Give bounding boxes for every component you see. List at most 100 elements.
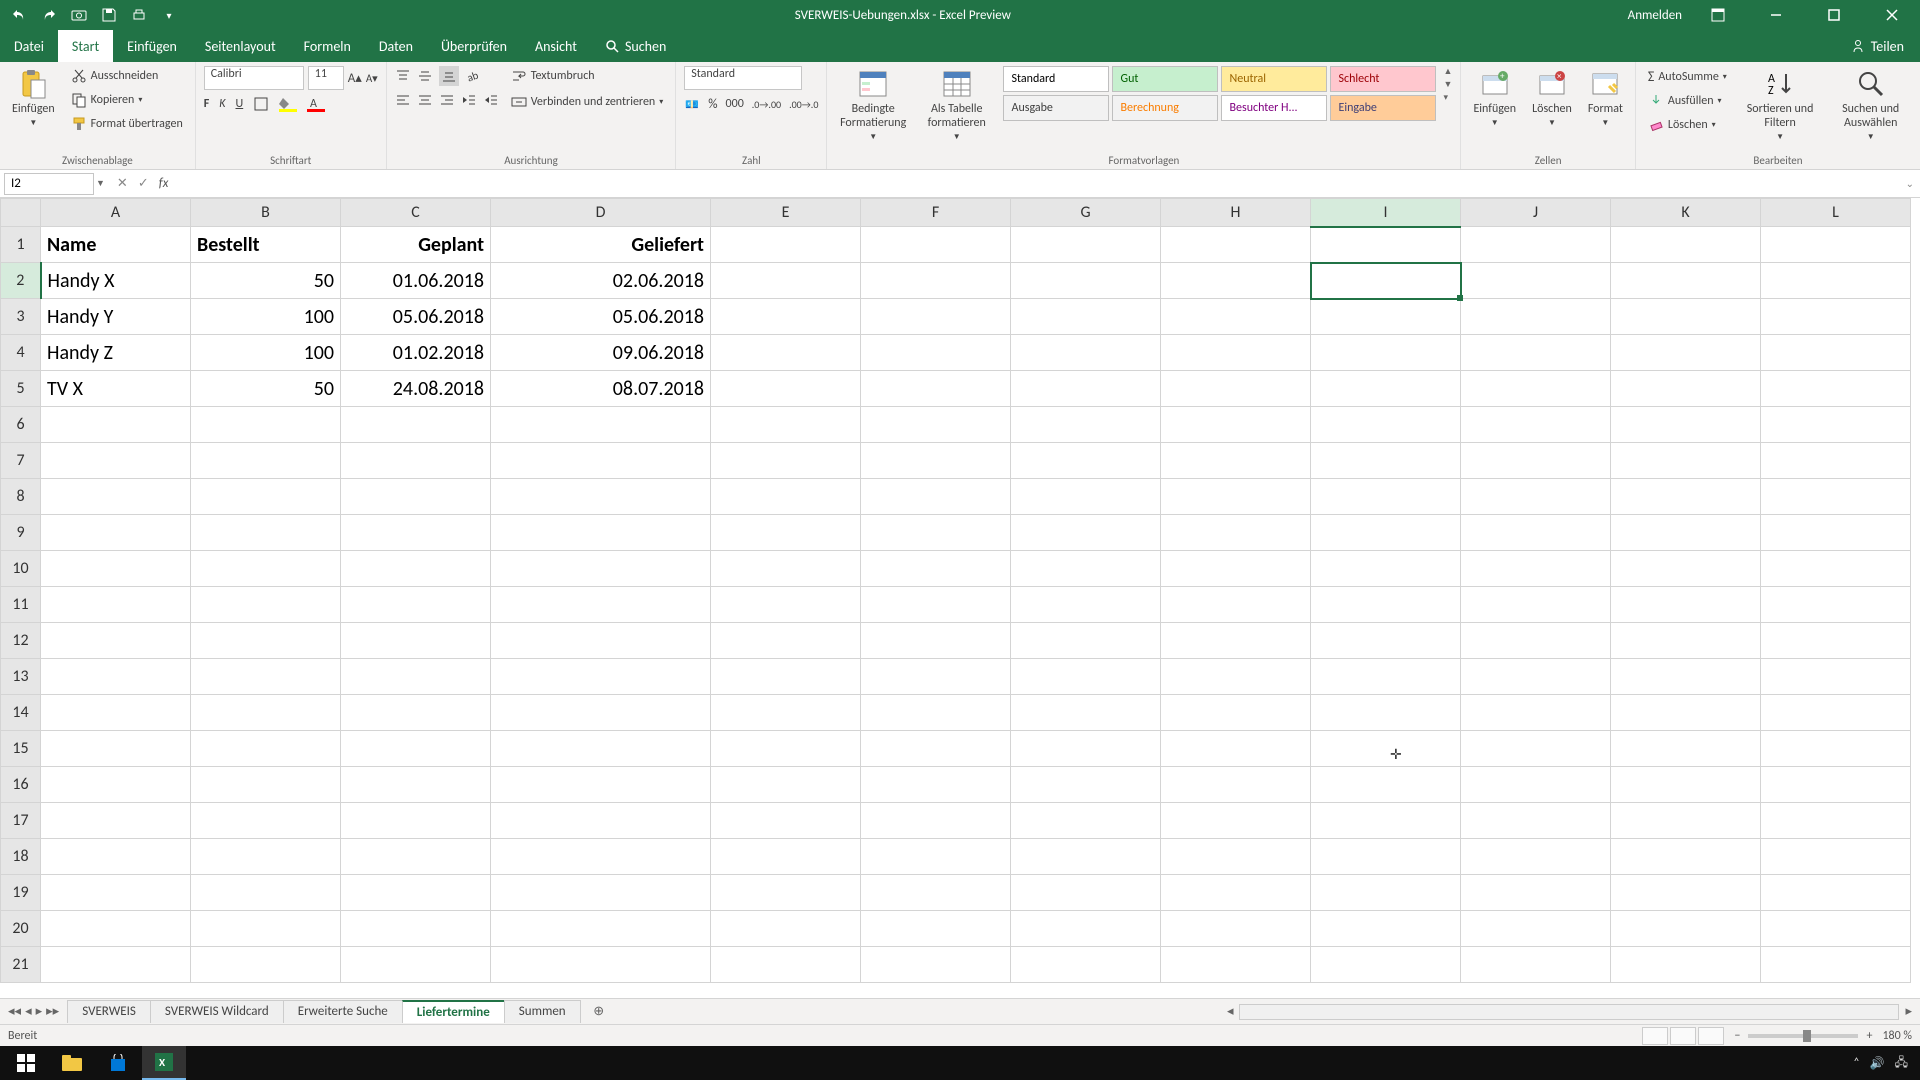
cell-E16[interactable] [711, 767, 861, 803]
cell-D3[interactable]: 05.06.2018 [491, 299, 711, 335]
tab-search[interactable]: Suchen [591, 30, 680, 62]
cell-B18[interactable] [191, 839, 341, 875]
cell-E20[interactable] [711, 911, 861, 947]
cell-A21[interactable] [41, 947, 191, 983]
styles-scroll-down-icon[interactable]: ▼ [1444, 79, 1453, 90]
tab-home[interactable]: Start [58, 30, 113, 62]
row-header-9[interactable]: 9 [1, 515, 41, 551]
cell-L21[interactable] [1761, 947, 1911, 983]
cell-C8[interactable] [341, 479, 491, 515]
cell-F14[interactable] [861, 695, 1011, 731]
cell-J5[interactable] [1461, 371, 1611, 407]
row-header-5[interactable]: 5 [1, 371, 41, 407]
cell-C15[interactable] [341, 731, 491, 767]
cell-A6[interactable] [41, 407, 191, 443]
cell-K6[interactable] [1611, 407, 1761, 443]
cell-D4[interactable]: 09.06.2018 [491, 335, 711, 371]
row-header-17[interactable]: 17 [1, 803, 41, 839]
row-header-16[interactable]: 16 [1, 767, 41, 803]
conditional-formatting-button[interactable]: Bedingte Formatierung▼ [835, 66, 911, 144]
cell-J11[interactable] [1461, 587, 1611, 623]
cell-B3[interactable]: 100 [191, 299, 341, 335]
cell-F11[interactable] [861, 587, 1011, 623]
row-header-2[interactable]: 2 [1, 263, 41, 299]
cell-J9[interactable] [1461, 515, 1611, 551]
align-left-button[interactable] [395, 92, 411, 108]
number-format-select[interactable]: Standard [684, 66, 802, 90]
cell-style-schlecht[interactable]: Schlecht [1330, 66, 1436, 92]
column-header-L[interactable]: L [1761, 199, 1911, 227]
cell-C17[interactable] [341, 803, 491, 839]
cell-C14[interactable] [341, 695, 491, 731]
view-page-break-button[interactable] [1698, 1027, 1724, 1045]
cell-B17[interactable] [191, 803, 341, 839]
sheet-nav-last-icon[interactable]: ▸▸ [46, 1004, 59, 1019]
cell-J15[interactable] [1461, 731, 1611, 767]
tray-volume-icon[interactable]: 🔊 [1870, 1056, 1885, 1071]
column-header-A[interactable]: A [41, 199, 191, 227]
cell-D15[interactable] [491, 731, 711, 767]
cell-K12[interactable] [1611, 623, 1761, 659]
horizontal-scrollbar[interactable] [1239, 1004, 1899, 1020]
cell-G9[interactable] [1011, 515, 1161, 551]
cell-F6[interactable] [861, 407, 1011, 443]
cell-K20[interactable] [1611, 911, 1761, 947]
format-painter-button[interactable]: Format übertragen [67, 114, 187, 134]
cell-K10[interactable] [1611, 551, 1761, 587]
cell-E18[interactable] [711, 839, 861, 875]
tray-up-icon[interactable]: ˄ [1853, 1056, 1859, 1070]
cell-G12[interactable] [1011, 623, 1161, 659]
cell-A19[interactable] [41, 875, 191, 911]
cell-A11[interactable] [41, 587, 191, 623]
cell-C18[interactable] [341, 839, 491, 875]
zoom-level[interactable]: 180 % [1882, 1029, 1912, 1043]
format-cells-button[interactable]: Format▼ [1584, 66, 1627, 130]
cell-C6[interactable] [341, 407, 491, 443]
save-icon[interactable] [100, 6, 118, 24]
cell-A8[interactable] [41, 479, 191, 515]
border-button[interactable] [253, 96, 269, 112]
format-as-table-button[interactable]: Als Tabelle formatieren▼ [919, 66, 995, 144]
view-normal-button[interactable] [1642, 1027, 1668, 1045]
column-header-F[interactable]: F [861, 199, 1011, 227]
cell-A3[interactable]: Handy Y [41, 299, 191, 335]
cell-L13[interactable] [1761, 659, 1911, 695]
row-header-3[interactable]: 3 [1, 299, 41, 335]
cell-E5[interactable] [711, 371, 861, 407]
align-middle-button[interactable] [417, 68, 433, 84]
cell-H3[interactable] [1161, 299, 1311, 335]
cell-L4[interactable] [1761, 335, 1911, 371]
font-color-button[interactable]: A [307, 96, 325, 112]
cell-J10[interactable] [1461, 551, 1611, 587]
cell-G10[interactable] [1011, 551, 1161, 587]
cell-style-gut[interactable]: Gut [1112, 66, 1218, 92]
minimize-button[interactable] [1754, 0, 1798, 30]
font-name-select[interactable]: Calibri [204, 66, 304, 90]
cell-I19[interactable] [1311, 875, 1461, 911]
cell-L20[interactable] [1761, 911, 1911, 947]
cell-I1[interactable] [1311, 227, 1461, 263]
decrease-decimal-button[interactable]: .00→.0 [789, 98, 818, 111]
row-header-12[interactable]: 12 [1, 623, 41, 659]
percent-format-button[interactable]: % [708, 97, 717, 112]
cell-F4[interactable] [861, 335, 1011, 371]
cell-style-standard[interactable]: Standard [1003, 66, 1109, 92]
cell-D19[interactable] [491, 875, 711, 911]
cell-I21[interactable] [1311, 947, 1461, 983]
cell-style-neutral[interactable]: Neutral [1221, 66, 1327, 92]
cell-C9[interactable] [341, 515, 491, 551]
cell-I5[interactable] [1311, 371, 1461, 407]
tab-insert[interactable]: Einfügen [113, 30, 191, 62]
cell-F10[interactable] [861, 551, 1011, 587]
sheet-tab-liefertermine[interactable]: Liefertermine [402, 1000, 505, 1023]
cell-L2[interactable] [1761, 263, 1911, 299]
cell-E14[interactable] [711, 695, 861, 731]
zoom-out-button[interactable]: − [1734, 1029, 1740, 1043]
cell-A16[interactable] [41, 767, 191, 803]
cell-E7[interactable] [711, 443, 861, 479]
quickprint-icon[interactable] [130, 6, 148, 24]
cell-J8[interactable] [1461, 479, 1611, 515]
cell-G5[interactable] [1011, 371, 1161, 407]
cell-B21[interactable] [191, 947, 341, 983]
cell-B20[interactable] [191, 911, 341, 947]
